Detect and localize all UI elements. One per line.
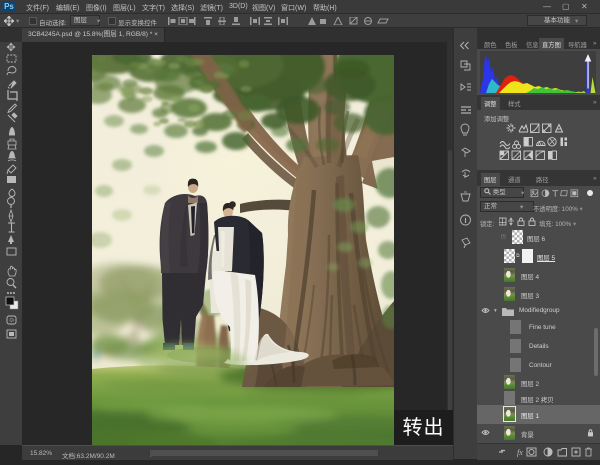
svg-text:fx: fx: [517, 448, 523, 457]
